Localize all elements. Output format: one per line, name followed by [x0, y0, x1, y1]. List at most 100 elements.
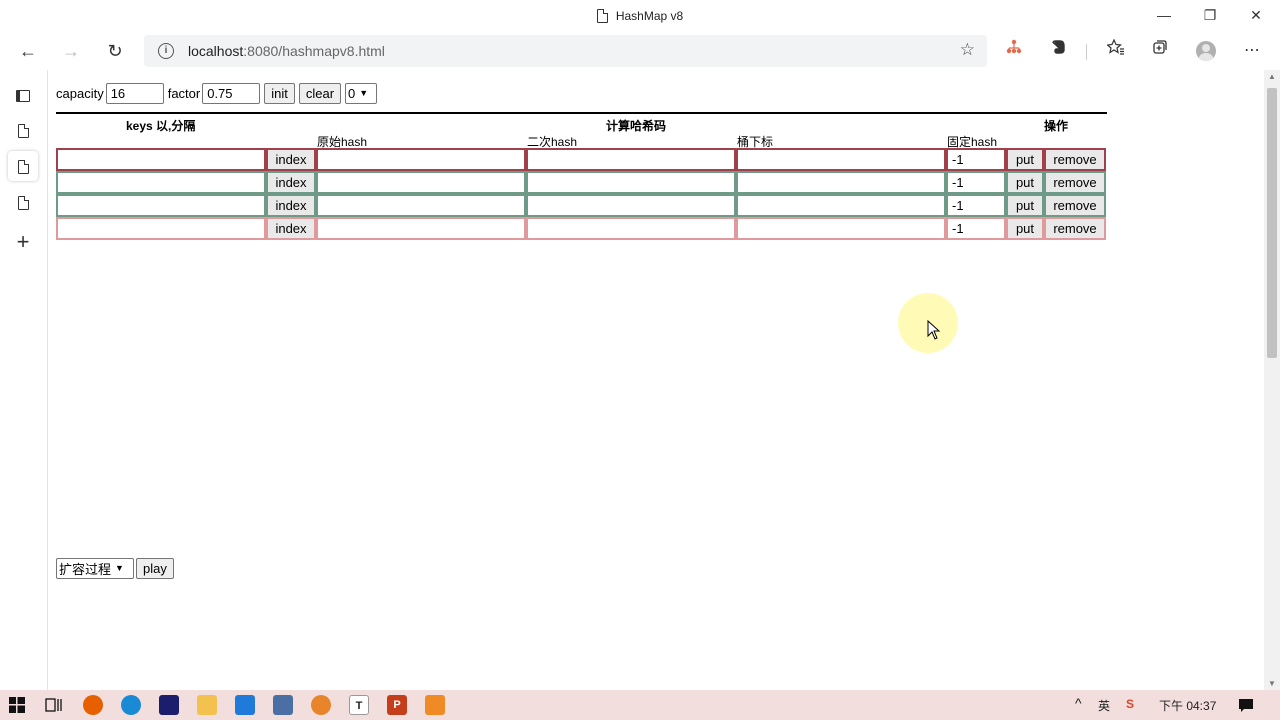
- table-row: index -1 put remove: [56, 217, 1107, 240]
- scroll-up-arrow[interactable]: ▲: [1264, 72, 1280, 81]
- profile-avatar[interactable]: [1196, 41, 1216, 61]
- tab-item-active[interactable]: [8, 151, 38, 181]
- system-clock[interactable]: 下午 04:37: [1159, 697, 1216, 714]
- second-hash-field[interactable]: [526, 171, 736, 194]
- page-icon: [17, 195, 29, 210]
- remove-button[interactable]: remove: [1044, 148, 1106, 171]
- second-hash-field[interactable]: [526, 217, 736, 240]
- keys-input[interactable]: [56, 194, 266, 217]
- keys-input[interactable]: [56, 148, 266, 171]
- remove-button[interactable]: remove: [1044, 217, 1106, 240]
- tray-overflow-chevron-icon[interactable]: ^: [1075, 695, 1082, 711]
- table-body: index -1 put remove index -1 put remove index -1 p…: [56, 148, 1107, 240]
- restore-button[interactable]: ❐: [1187, 0, 1233, 32]
- ime-indicator[interactable]: 英: [1098, 697, 1110, 714]
- table-header-main: keys 以,分隔 计算哈希码 操作: [56, 114, 1107, 133]
- collections-icon[interactable]: [1145, 36, 1175, 66]
- sogou-ime-icon[interactable]: S: [1126, 697, 1134, 711]
- file-explorer-taskbar-icon[interactable]: [197, 695, 217, 715]
- vscode-taskbar-icon[interactable]: [235, 695, 255, 715]
- index-button[interactable]: index: [266, 148, 316, 171]
- tabs-icon: [16, 89, 30, 102]
- factor-input[interactable]: [202, 82, 261, 104]
- raw-hash-field[interactable]: [316, 148, 526, 171]
- bottom-controls: 扩容过程 ▼ play: [56, 557, 174, 579]
- bucket-index-field[interactable]: [736, 217, 946, 240]
- keys-input[interactable]: [56, 171, 266, 194]
- raw-hash-field[interactable]: [316, 171, 526, 194]
- plus-icon: +: [16, 229, 30, 254]
- forward-button[interactable]: →: [56, 36, 86, 66]
- fixed-hash-input[interactable]: -1: [946, 194, 1006, 217]
- favorites-icon[interactable]: [1101, 36, 1131, 66]
- vlc-taskbar-icon[interactable]: [425, 695, 445, 715]
- url-text[interactable]: localhost:8080/hashmapv8.html: [188, 43, 385, 59]
- task-view-icon[interactable]: [45, 697, 63, 713]
- page-content: capacity factor init clear 0▼ keys 以,分隔 …: [48, 70, 1264, 690]
- edge-taskbar-icon[interactable]: [121, 695, 141, 715]
- more-menu-icon[interactable]: ⋯: [1237, 36, 1267, 66]
- minimize-button[interactable]: —: [1141, 0, 1187, 32]
- refresh-button[interactable]: ↻: [100, 36, 130, 66]
- remove-button[interactable]: remove: [1044, 171, 1106, 194]
- notification-center-icon[interactable]: [1238, 697, 1254, 713]
- index-button[interactable]: index: [266, 217, 316, 240]
- tab-item-1[interactable]: [8, 115, 38, 145]
- back-button[interactable]: ←: [13, 36, 43, 66]
- page-icon: [17, 123, 29, 138]
- new-tab-button[interactable]: +: [8, 227, 38, 257]
- second-hash-field[interactable]: [526, 194, 736, 217]
- clear-button[interactable]: clear: [298, 82, 342, 104]
- bucket-index-field[interactable]: [736, 194, 946, 217]
- keys-input[interactable]: [56, 217, 266, 240]
- put-button[interactable]: put: [1006, 171, 1044, 194]
- evernote-extension-icon[interactable]: [1043, 36, 1073, 66]
- search-tool-taskbar-icon[interactable]: [311, 695, 331, 715]
- bucket-index-field[interactable]: [736, 148, 946, 171]
- table-row: index -1 put remove: [56, 194, 1107, 217]
- firefox-taskbar-icon[interactable]: [83, 695, 103, 715]
- index-button[interactable]: index: [266, 194, 316, 217]
- factor-label: factor: [167, 85, 201, 101]
- toolbar-separator: [1086, 44, 1087, 60]
- raw-hash-field[interactable]: [316, 194, 526, 217]
- tab-actions-icon[interactable]: [8, 80, 38, 110]
- resize-process-select[interactable]: 扩容过程 ▼: [56, 557, 134, 579]
- chevron-down-icon: ▼: [359, 88, 369, 98]
- capacity-input[interactable]: [105, 82, 164, 104]
- extension-hierarchy-icon[interactable]: [999, 36, 1029, 66]
- raw-hash-field[interactable]: [316, 217, 526, 240]
- close-button[interactable]: ✕: [1233, 0, 1279, 32]
- second-hash-field[interactable]: [526, 148, 736, 171]
- windows-taskbar: T P ^ 英 S 下午 04:37: [0, 690, 1280, 720]
- fixed-hash-input[interactable]: -1: [946, 217, 1006, 240]
- calculator-taskbar-icon[interactable]: [273, 695, 293, 715]
- hash-table: keys 以,分隔 计算哈希码 操作 原始hash 二次hash 桶下标 固定h…: [56, 112, 1107, 240]
- powerpoint-taskbar-icon[interactable]: P: [387, 695, 407, 715]
- chevron-down-icon: ▼: [115, 563, 124, 573]
- bucket-select[interactable]: 0 ▼: [345, 82, 378, 104]
- scrollbar-thumb[interactable]: [1267, 88, 1277, 358]
- init-button[interactable]: init: [264, 82, 295, 104]
- windows-start-icon[interactable]: [9, 697, 25, 713]
- tab-item-3[interactable]: [8, 187, 38, 217]
- bucket-index-field[interactable]: [736, 171, 946, 194]
- remove-button[interactable]: remove: [1044, 194, 1106, 217]
- play-button[interactable]: play: [136, 557, 174, 579]
- typora-taskbar-icon[interactable]: T: [349, 695, 369, 715]
- add-favorite-icon[interactable]: ☆: [960, 40, 975, 60]
- vertical-scrollbar[interactable]: ▲ ▼: [1264, 70, 1280, 690]
- index-button[interactable]: index: [266, 171, 316, 194]
- mouse-cursor-icon: [927, 320, 941, 340]
- capacity-label: capacity: [56, 85, 104, 101]
- put-button[interactable]: put: [1006, 148, 1044, 171]
- page-icon: [17, 159, 29, 174]
- fixed-hash-input[interactable]: -1: [946, 171, 1006, 194]
- fixed-hash-input[interactable]: -1: [946, 148, 1006, 171]
- intellij-taskbar-icon[interactable]: [159, 695, 179, 715]
- put-button[interactable]: put: [1006, 217, 1044, 240]
- address-bar[interactable]: i localhost:8080/hashmapv8.html ☆: [144, 35, 987, 67]
- put-button[interactable]: put: [1006, 194, 1044, 217]
- scroll-down-arrow[interactable]: ▼: [1264, 679, 1280, 688]
- info-icon[interactable]: i: [158, 43, 174, 59]
